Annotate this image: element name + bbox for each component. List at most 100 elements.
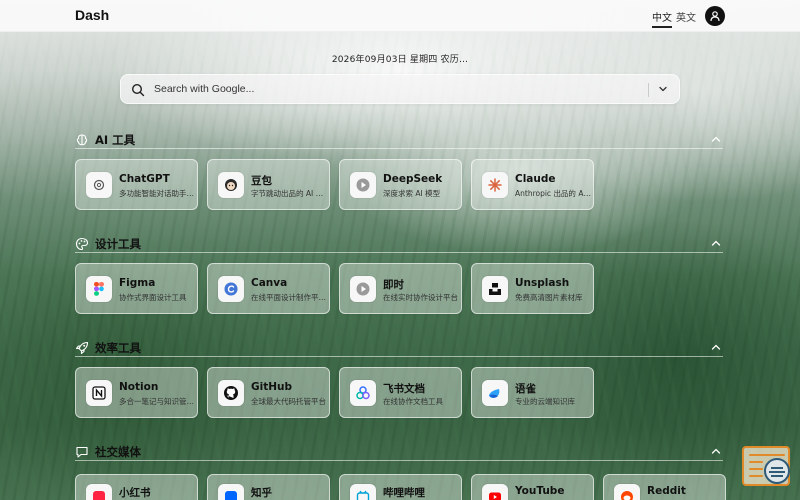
widget-line <box>749 461 763 463</box>
card-bilibili[interactable]: 哔哩哔哩 <box>339 474 462 500</box>
card-figma[interactable]: Figma 协作式界面设计工具 <box>75 263 198 314</box>
language-chinese-tab[interactable]: 中文 <box>652 9 672 28</box>
card-reddit[interactable]: Reddit <box>603 474 726 500</box>
chevron-up-icon[interactable] <box>711 239 721 247</box>
card-name: ChatGPT <box>119 173 170 185</box>
card-canva[interactable]: Canva 在线平面设计制作平台工具 <box>207 263 330 314</box>
card-jishi[interactable]: 即时 在线实时协作设计平台 <box>339 263 462 314</box>
card-unsplash[interactable]: Unsplash 免费高清图片素材库 <box>471 263 594 314</box>
chevron-up-icon[interactable] <box>711 447 721 455</box>
widget-line <box>749 468 763 470</box>
section-design-tools: 设计工具 Figma 协作式界面设计工具 Canva 在线平面设计制作平台 即时… <box>75 235 723 314</box>
card-description: 多合一笔记与知识管理工具 <box>119 397 195 406</box>
card-yuque[interactable]: 语雀 专业的云端知识库 <box>471 367 594 418</box>
card-description: 免费高清图片素材库 <box>515 293 583 302</box>
search-divider <box>648 83 649 97</box>
floating-assistant-widget[interactable] <box>742 446 790 486</box>
section-divider <box>75 148 723 149</box>
play-icon <box>350 276 376 302</box>
card-description: 多功能智能对话助手工具 <box>119 189 195 198</box>
card-name: Reddit <box>647 485 686 497</box>
figma-icon <box>86 276 112 302</box>
user-icon <box>710 11 720 22</box>
section-header[interactable]: AI 工具 <box>75 131 723 151</box>
user-avatar-button[interactable] <box>705 6 725 26</box>
section-divider <box>75 460 723 461</box>
card-name: Canva <box>251 277 288 289</box>
date-display: 2026年09月03日 星期四 农历… <box>331 55 469 65</box>
palette-icon <box>75 237 89 251</box>
card-description: 深度求索 AI 模型 <box>383 189 441 198</box>
section-title: 设计工具 <box>95 237 141 251</box>
card-name: Figma <box>119 277 156 289</box>
card-name: GitHub <box>251 381 293 393</box>
section-divider <box>75 252 723 253</box>
bilibili-icon <box>350 484 376 500</box>
chevron-up-icon[interactable] <box>711 135 721 143</box>
section-header[interactable]: 设计工具 <box>75 235 723 255</box>
chat-icon <box>76 446 88 458</box>
card-description: 专业的云端知识库 <box>515 397 575 406</box>
card-description: 协作式界面设计工具 <box>119 293 187 302</box>
card-youtube[interactable]: YouTube <box>471 474 594 500</box>
card-name: YouTube <box>515 485 565 497</box>
card-name: Unsplash <box>515 277 570 289</box>
section-header[interactable]: 社交媒体 <box>75 443 723 463</box>
rocket-icon <box>75 341 89 355</box>
unsplash-icon <box>482 276 508 302</box>
github-icon <box>218 380 244 406</box>
language-english-tab[interactable]: 英文 <box>676 9 696 24</box>
card-name: Claude <box>515 173 556 185</box>
section-productivity-tools: 效率工具 Notion 多合一笔记与知识管理工具 GitHub 全球最大代码托管… <box>75 339 723 418</box>
section-title: AI 工具 <box>95 133 136 147</box>
section-title: 社交媒体 <box>95 445 141 459</box>
notion-icon <box>86 380 112 406</box>
card-name: 即时 <box>383 279 404 291</box>
feishu-icon <box>350 380 376 406</box>
deepseek-icon <box>350 172 376 198</box>
card-claude[interactable]: Claude Anthropic 出品的 AI 助手 <box>471 159 594 210</box>
card-notion[interactable]: Notion 多合一笔记与知识管理工具 <box>75 367 198 418</box>
reddit-icon <box>614 484 640 500</box>
brand-logo-text[interactable]: Dash <box>75 7 109 23</box>
card-chatgpt[interactable]: ChatGPT 多功能智能对话助手工具 <box>75 159 198 210</box>
card-description: 在线平面设计制作平台工具 <box>251 293 327 302</box>
doubao-icon <box>218 172 244 198</box>
card-description: Anthropic 出品的 AI 助手 <box>515 189 591 198</box>
search-input[interactable]: Search with Google... <box>154 83 254 95</box>
youtube-icon <box>482 484 508 500</box>
brain-icon <box>76 134 88 146</box>
chevron-down-icon[interactable] <box>658 84 668 94</box>
section-social-media: 社交媒体 小红书 知乎 哔哩哔哩 YouTube Reddit <box>75 443 726 500</box>
card-name: 知乎 <box>251 487 272 499</box>
card-description: 在线协作文档工具 <box>383 397 443 406</box>
card-github[interactable]: GitHub 全球最大代码托管平台 <box>207 367 330 418</box>
card-description: 全球最大代码托管平台 <box>251 397 326 406</box>
section-header[interactable]: 效率工具 <box>75 339 723 359</box>
card-feishu-docs[interactable]: 飞书文档 在线协作文档工具 <box>339 367 462 418</box>
card-name: 语雀 <box>515 383 536 395</box>
top-navigation-bar: Dash 中文 英文 <box>0 0 800 32</box>
card-name: 哔哩哔哩 <box>383 487 425 499</box>
card-doubao[interactable]: 豆包 字节跳动出品的 AI 助手 <box>207 159 330 210</box>
card-xiaohongshu[interactable]: 小红书 <box>75 474 198 500</box>
section-title: 效率工具 <box>95 341 141 355</box>
yuque-icon <box>482 380 508 406</box>
search-bar[interactable]: Search with Google... <box>120 74 680 104</box>
openai-icon <box>86 172 112 198</box>
card-name: Notion <box>119 381 159 393</box>
section-ai-tools: AI 工具 ChatGPT 多功能智能对话助手工具 豆包 字节跳动出品的 AI … <box>75 131 723 210</box>
xiaohongshu-icon <box>86 484 112 500</box>
canva-icon <box>218 276 244 302</box>
claude-icon <box>482 172 508 198</box>
card-name: DeepSeek <box>383 173 443 185</box>
chevron-up-icon[interactable] <box>711 343 721 351</box>
card-zhihu[interactable]: 知乎 <box>207 474 330 500</box>
search-icon <box>131 83 145 97</box>
section-divider <box>75 356 723 357</box>
card-name: 飞书文档 <box>383 383 425 395</box>
card-deepseek[interactable]: DeepSeek 深度求索 AI 模型 <box>339 159 462 210</box>
card-name: 豆包 <box>251 175 272 187</box>
widget-line <box>749 475 763 477</box>
card-name: 小红书 <box>119 487 151 499</box>
